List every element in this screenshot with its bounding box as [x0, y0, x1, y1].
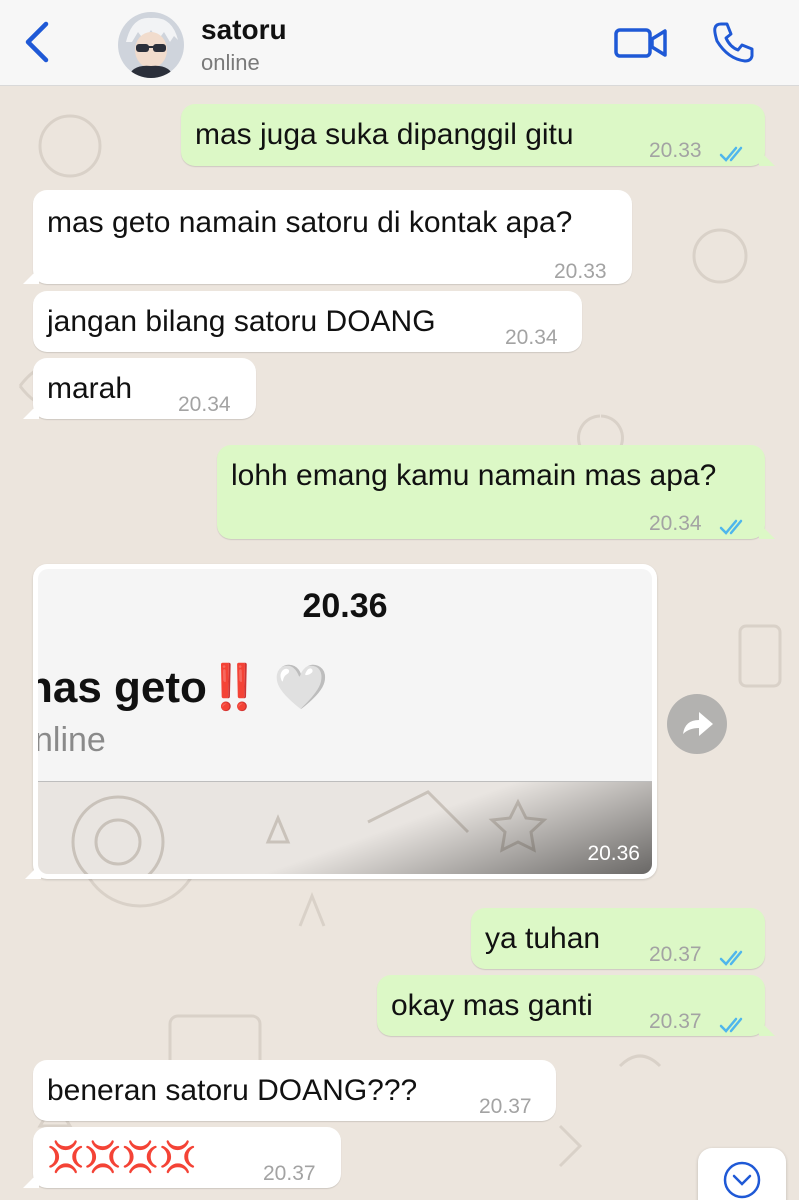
message-text: lohh emang kamu namain mas apa?	[231, 459, 717, 492]
avatar[interactable]	[118, 12, 184, 78]
message-outgoing[interactable]: lohh emang kamu namain mas apa? 20.34	[217, 445, 775, 539]
forward-arrow-icon[interactable]	[667, 694, 727, 754]
bubble-tail	[759, 523, 775, 539]
message-time: 20.36	[587, 842, 640, 865]
bubble-tail	[23, 268, 39, 284]
chevron-down-icon	[722, 1160, 762, 1200]
read-receipt-icon	[719, 1007, 749, 1033]
chat-area[interactable]: mas juga suka dipanggil gitu 20.33 mas g…	[0, 86, 799, 1200]
message-outgoing[interactable]: okay mas ganti 20.37	[377, 975, 775, 1036]
bubble-tail	[23, 1172, 39, 1188]
screenshot-emoji: ‼️ 🤍	[206, 663, 329, 712]
message-time: 20.33	[649, 139, 702, 162]
message-text: beneran satoru DOANG???	[47, 1074, 418, 1107]
message-incoming[interactable]: mas geto namain satoru di kontak apa? 20…	[23, 190, 632, 284]
chat-header: satoru online	[0, 0, 799, 86]
message-text: marah	[47, 372, 133, 405]
message-time: 20.37	[649, 943, 702, 966]
message-outgoing[interactable]: ya tuhan 20.37	[471, 908, 765, 969]
message-time: 20.37	[479, 1095, 532, 1118]
read-receipt-icon	[719, 940, 749, 966]
message-incoming[interactable]: marah 20.34	[23, 358, 256, 419]
message-incoming[interactable]: beneran satoru DOANG??? 20.37	[33, 1060, 556, 1121]
bubble-tail	[759, 150, 775, 166]
read-receipt-icon	[719, 509, 749, 535]
image-message[interactable]: 20.36 nas geto‼️ 🤍 nline 20.36	[25, 564, 657, 879]
scroll-to-bottom-button[interactable]	[698, 1148, 786, 1200]
contact-status: online	[201, 50, 260, 75]
phone-icon[interactable]	[711, 20, 755, 64]
message-outgoing[interactable]: mas juga suka dipanggil gitu 20.33	[181, 104, 775, 166]
message-text: mas juga suka dipanggil gitu	[195, 118, 574, 151]
message-time: 20.33	[554, 260, 607, 283]
contact-name[interactable]: satoru	[201, 14, 287, 46]
screenshot-contact-name: nas geto‼️ 🤍	[38, 663, 329, 712]
chevron-left-icon[interactable]	[20, 20, 56, 64]
image-gradient	[38, 782, 652, 874]
read-receipt-icon	[719, 136, 749, 162]
message-emoji: 💢💢💢💢	[47, 1141, 197, 1174]
message-time: 20.37	[263, 1162, 316, 1185]
message-time: 20.34	[649, 512, 702, 535]
message-text: mas geto namain satoru di kontak apa?	[47, 206, 573, 239]
message-incoming[interactable]: jangan bilang satoru DOANG 20.34	[33, 291, 582, 352]
message-time: 20.34	[178, 393, 231, 416]
bubble-tail	[759, 1020, 775, 1036]
screenshot-time: 20.36	[302, 587, 388, 625]
screenshot-status: nline	[38, 721, 106, 759]
message-text: ya tuhan	[485, 922, 601, 955]
video-camera-icon[interactable]	[614, 24, 668, 62]
bubble-tail	[23, 403, 39, 419]
message-text: okay mas ganti	[391, 989, 593, 1022]
message-text: jangan bilang satoru DOANG	[47, 305, 436, 338]
message-time: 20.34	[505, 326, 558, 349]
message-time: 20.37	[649, 1010, 702, 1033]
screenshot-image[interactable]: 20.36 nas geto‼️ 🤍 nline 20.36	[38, 569, 652, 874]
message-incoming[interactable]: 💢💢💢💢 20.37	[23, 1127, 341, 1188]
